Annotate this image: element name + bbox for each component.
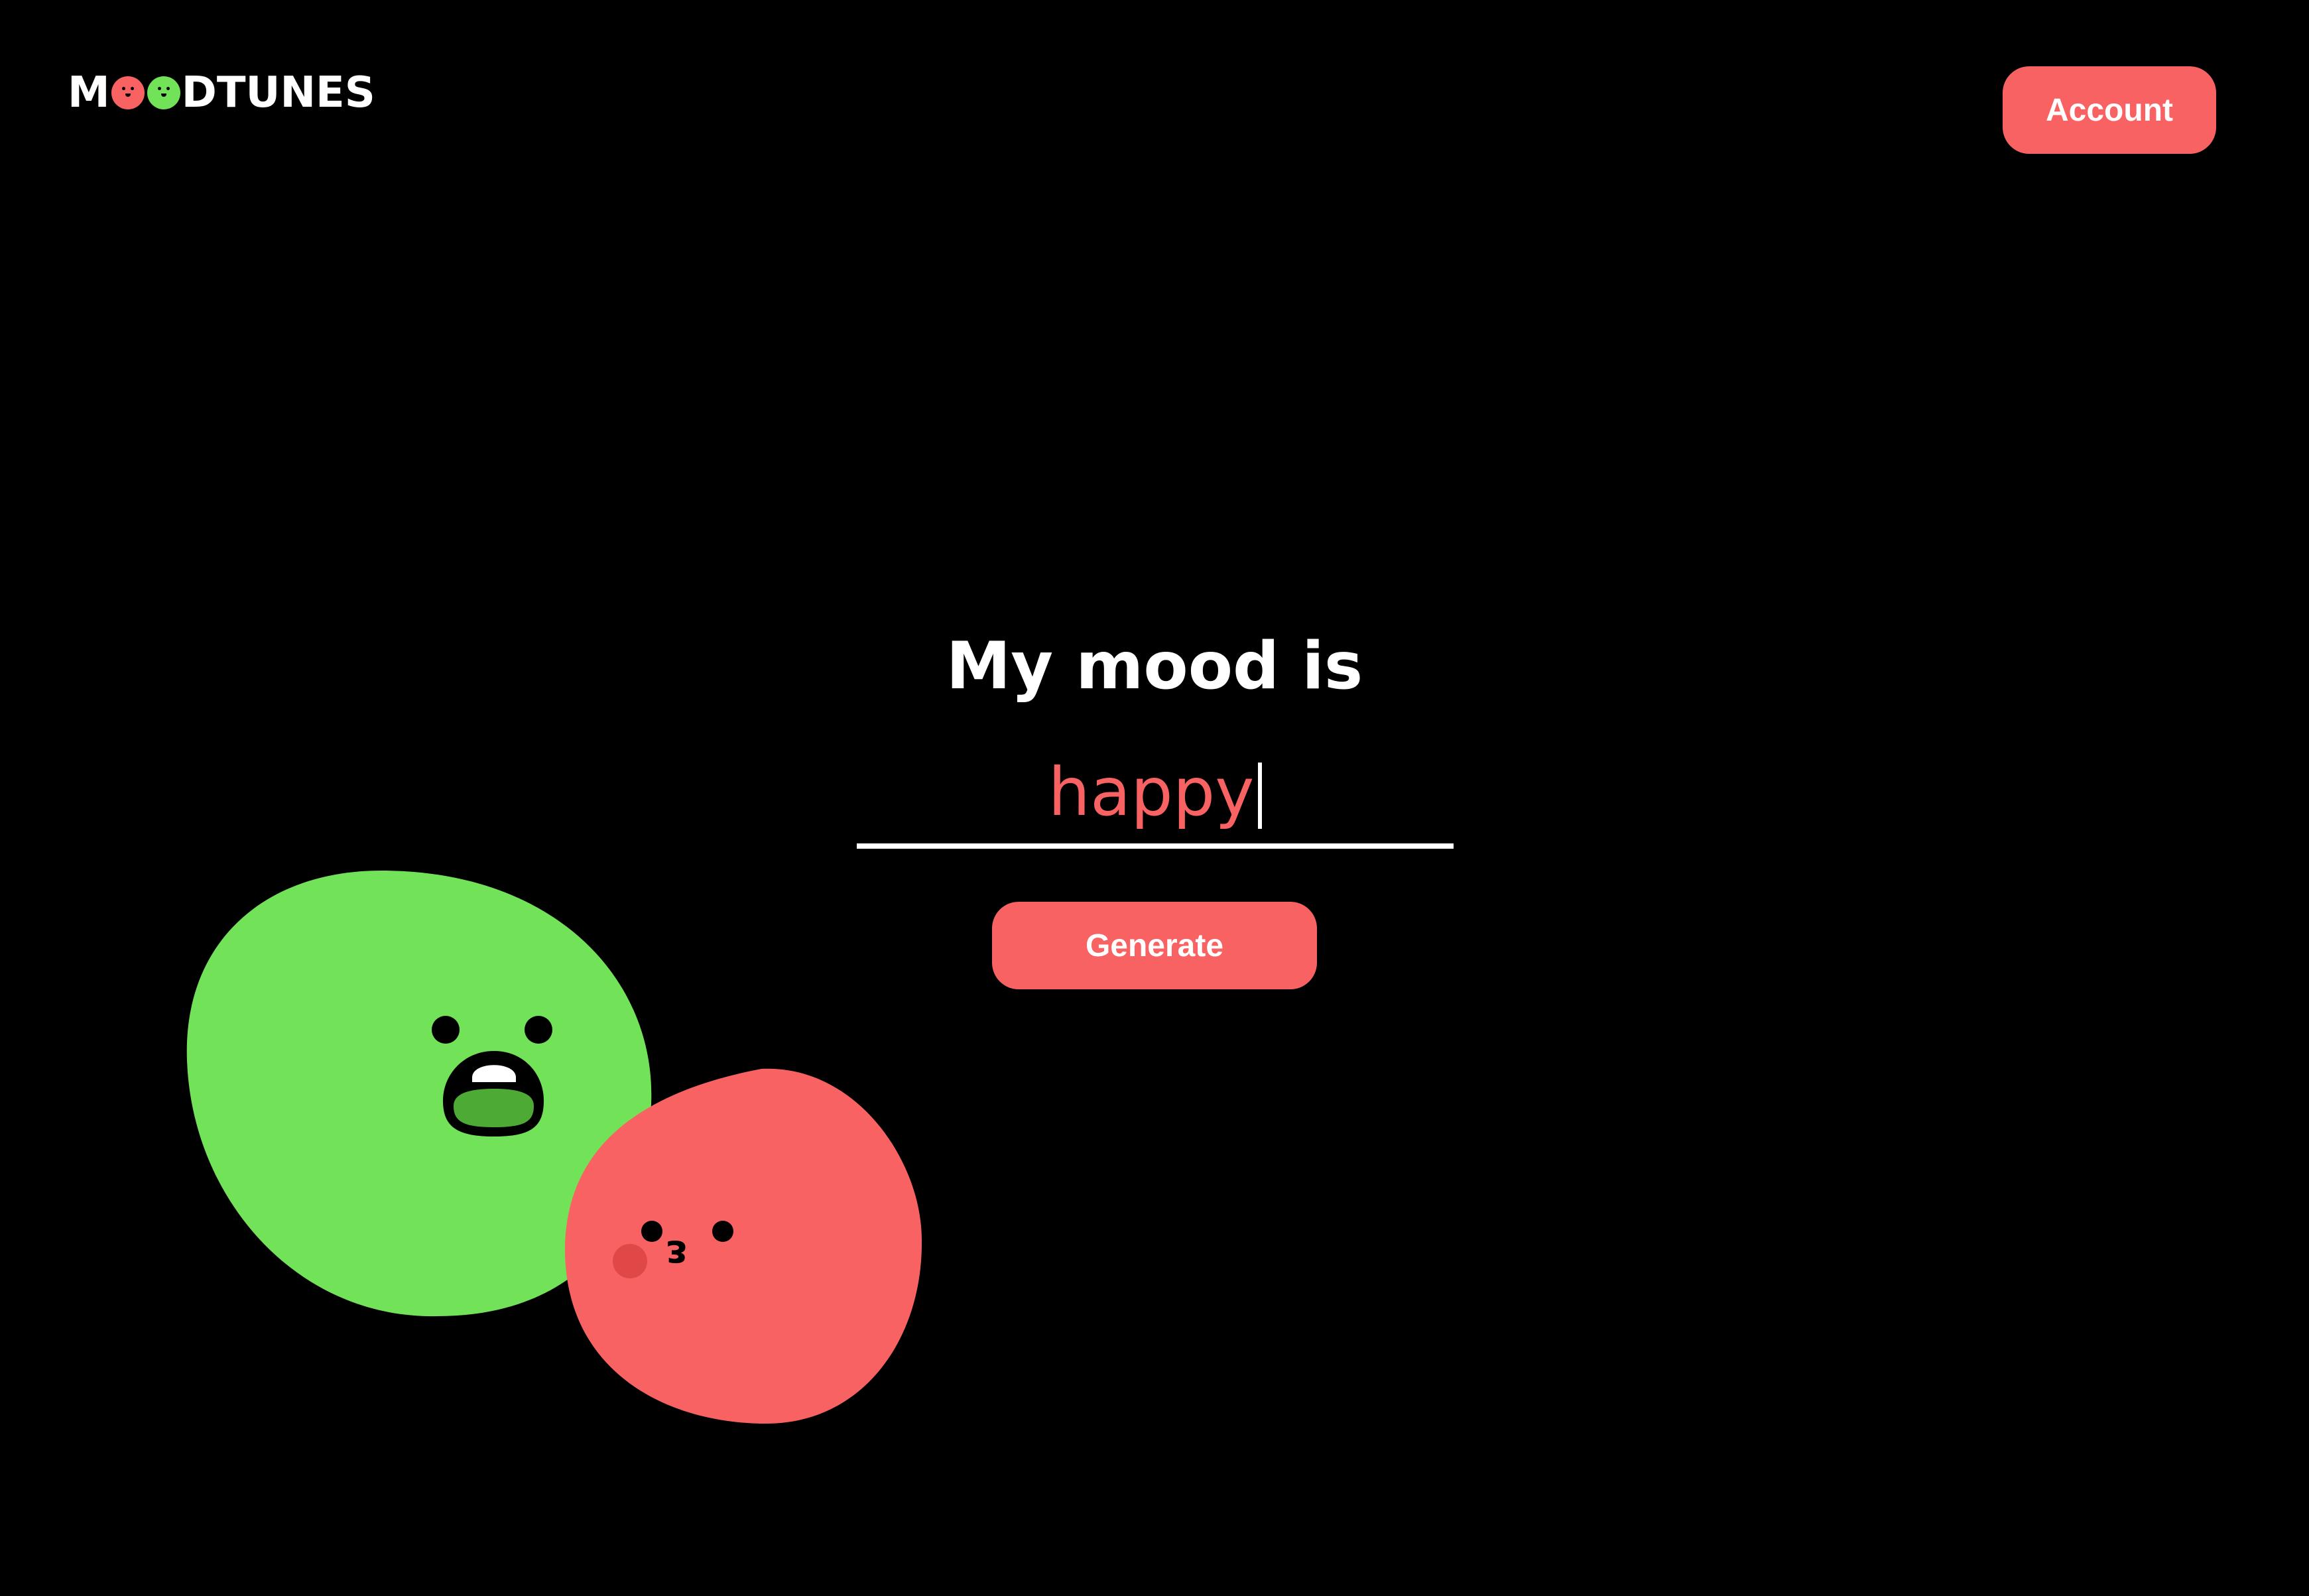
mascot-illustration: ε xyxy=(186,871,922,1424)
svg-text:ε: ε xyxy=(665,1231,687,1278)
